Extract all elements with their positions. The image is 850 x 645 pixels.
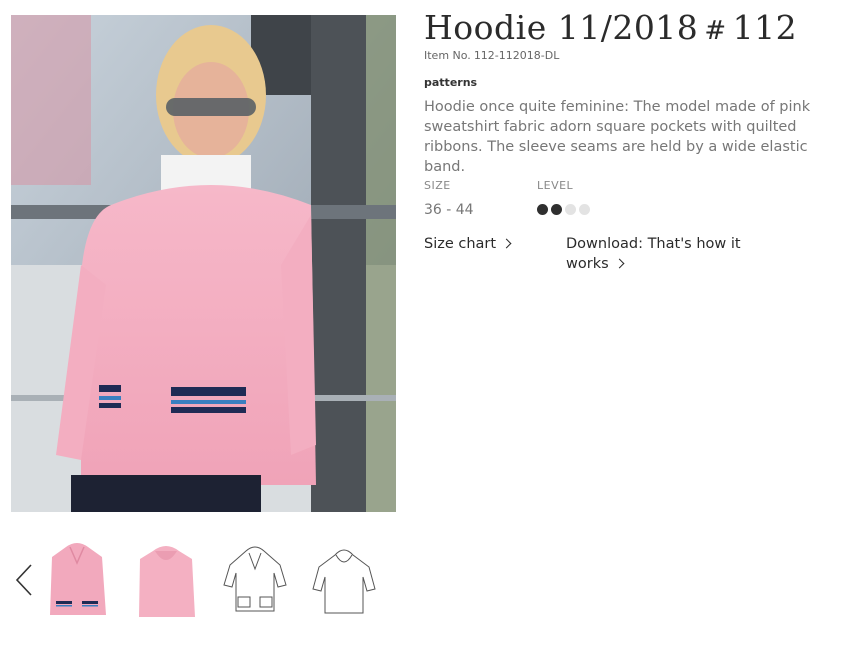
level-dot-empty	[565, 204, 576, 215]
chevron-right-icon	[614, 258, 625, 269]
previous-image-button[interactable]	[10, 558, 38, 602]
product-description: Hoodie once quite feminine: The model ma…	[424, 99, 811, 175]
size-chart-link[interactable]: Size chart	[424, 234, 512, 254]
thumbnail-strip	[0, 533, 400, 633]
hoodie-back-sketch	[312, 549, 376, 614]
download-help-link[interactable]: Download: That's how it works	[566, 234, 766, 274]
download-help-label: Download: That's how it works	[566, 236, 741, 272]
size-value: 36 - 44	[424, 202, 474, 218]
thumbnail-back-photo[interactable]	[133, 539, 199, 625]
level-dot-empty	[579, 204, 590, 215]
pattern-number: 112	[732, 8, 798, 47]
level-dot-filled	[537, 204, 548, 215]
thumbnail-front-photo[interactable]	[44, 539, 110, 625]
hoodie-back-thumbnail	[139, 546, 195, 617]
item-number-label: Item No.	[424, 49, 471, 62]
product-title-text: Hoodie 11/2018	[424, 8, 699, 47]
size-label: SIZE	[424, 179, 451, 192]
size-chart-label: Size chart	[424, 236, 497, 252]
chevron-right-icon	[501, 238, 512, 249]
product-title: Hoodie 11/2018 #112	[424, 8, 797, 47]
category-label: patterns	[424, 76, 478, 89]
chevron-left-icon	[15, 564, 32, 596]
item-number-value: 112-112018-DL	[473, 49, 560, 62]
product-main-image	[11, 15, 396, 512]
hoodie-front-thumbnail	[50, 543, 106, 615]
thumbnail-front-drawing[interactable]	[222, 539, 288, 625]
hash-symbol: #	[704, 16, 727, 46]
item-number: Item No. 112-112018-DL	[424, 49, 559, 62]
level-label: LEVEL	[537, 179, 574, 192]
hoodie-front-sketch	[223, 546, 287, 612]
difficulty-level-indicator	[537, 204, 590, 215]
level-dot-filled	[551, 204, 562, 215]
hoodie-model-photo	[11, 15, 396, 512]
thumbnail-back-drawing[interactable]	[311, 539, 377, 625]
